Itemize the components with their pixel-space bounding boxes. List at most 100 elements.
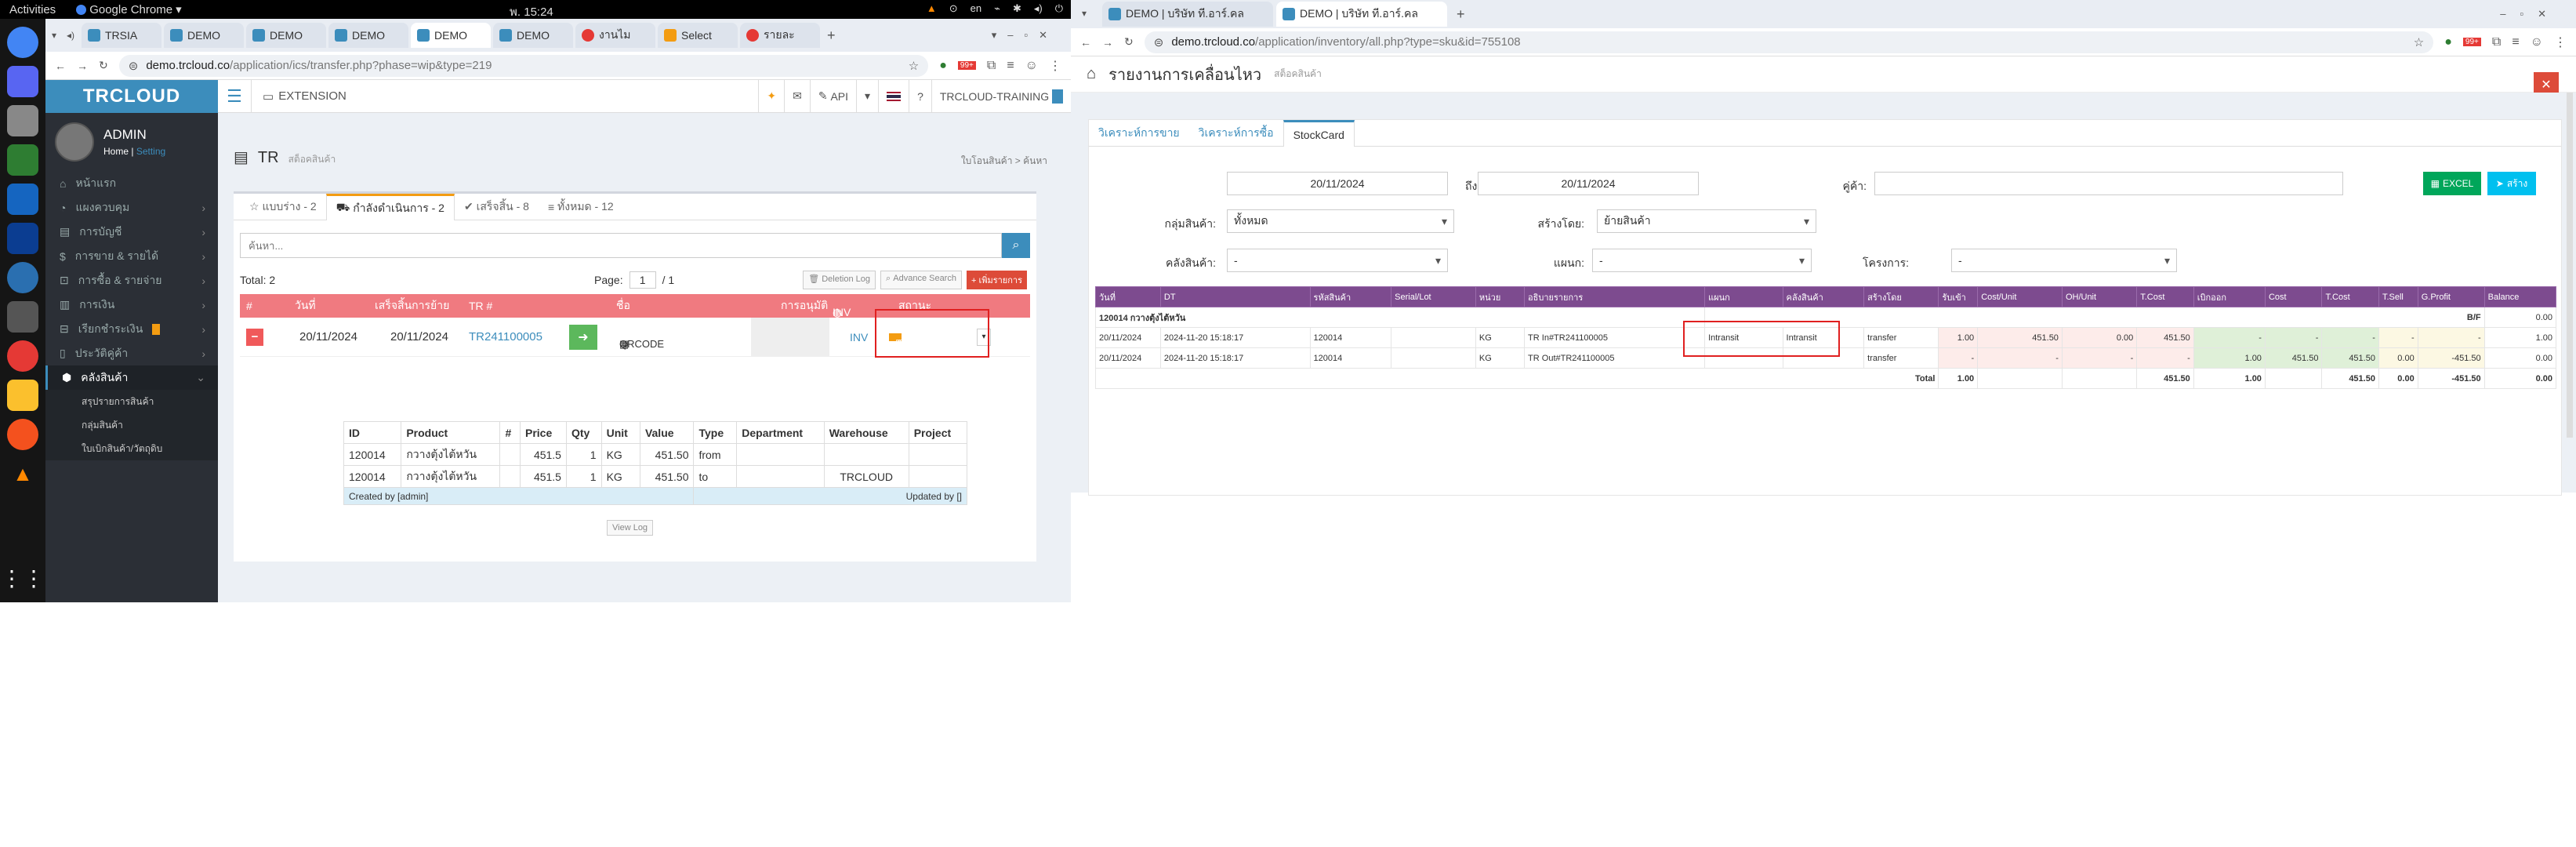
new-tab-button[interactable]: + — [1457, 6, 1465, 23]
vlc-dock-icon[interactable]: ▲ — [7, 458, 38, 489]
window-controls[interactable]: –▫✕ — [2500, 8, 2560, 20]
new-tab-button[interactable]: + — [827, 27, 836, 44]
search-input[interactable] — [240, 233, 1002, 258]
row-inv-link[interactable]: INV — [850, 331, 868, 344]
date-to-input[interactable]: 20/11/2024 — [1478, 172, 1699, 195]
tab-draft[interactable]: ☆ แบบร่าง - 2 — [240, 194, 326, 220]
tab-stockcard[interactable]: StockCard — [1283, 120, 1355, 147]
app-grid-icon[interactable]: ⋮⋮ — [1, 565, 45, 591]
lang-indicator[interactable]: en — [971, 2, 981, 15]
warehouse-select[interactable]: - — [1227, 249, 1448, 272]
api-button[interactable]: ✎ API — [809, 79, 856, 113]
home-link[interactable]: Home — [103, 146, 129, 157]
browser-tab[interactable]: DEMO — [246, 23, 326, 48]
globe-dock-icon[interactable] — [7, 262, 38, 293]
company-name[interactable]: TRCLOUD-TRAINING — [931, 79, 1071, 113]
bookmark-star-icon[interactable]: ☆ — [909, 59, 919, 73]
system-tray[interactable]: ▲ ⊙ en ⌁ ✱ ◂) ⏻ — [927, 2, 1063, 15]
page-input[interactable]: 1 — [629, 271, 656, 289]
tab-search-icon[interactable]: ≡ — [1007, 59, 1014, 73]
browser-tab[interactable]: Select — [658, 23, 738, 48]
app-orange-dock-icon[interactable] — [7, 419, 38, 450]
qrcode-link[interactable]: ▦ QRCODE ○ — [619, 338, 664, 350]
menu-item-warehouse[interactable]: ⬢ คลังสินค้า ⌄ — [45, 365, 218, 390]
menu-item-purchase[interactable]: ⊡ การซื้อ & รายจ่าย › — [45, 268, 218, 293]
activities-button[interactable]: Activities — [9, 3, 56, 16]
tab-list-icon[interactable]: ▾ — [52, 30, 64, 41]
calculator-dock-icon[interactable] — [7, 301, 38, 333]
browser-tab-active[interactable]: DEMO — [411, 23, 491, 48]
menu-item-accounting[interactable]: ▤ การบัญชี › — [45, 220, 218, 244]
thai-flag-icon[interactable] — [878, 79, 909, 113]
project-select[interactable]: - — [1951, 249, 2177, 272]
tab-done[interactable]: ✔ เสร็จสิ้น - 8 — [455, 194, 539, 220]
celebrate-icon[interactable]: ✦ — [758, 79, 784, 113]
mail-icon[interactable]: ✉ — [784, 79, 810, 113]
col-date[interactable]: วันที่ — [295, 297, 316, 314]
excel-button[interactable]: ▦ EXCEL — [2423, 172, 2481, 195]
site-info-icon[interactable]: ⊜ — [1154, 35, 1164, 49]
add-button[interactable]: + เพิ่มรายการ — [966, 271, 1027, 289]
extension-badge[interactable]: 99+ — [957, 61, 976, 70]
menu-kebab-icon[interactable]: ⋮ — [2554, 35, 2567, 50]
discord-dock-icon[interactable] — [7, 66, 38, 97]
brand-logo[interactable]: TRCLOUD — [45, 80, 218, 113]
forward-icon[interactable]: → — [77, 60, 88, 72]
partner-input[interactable] — [1874, 172, 2343, 195]
back-icon[interactable]: ← — [1080, 36, 1091, 49]
document-dock-icon[interactable] — [7, 184, 38, 215]
site-info-icon[interactable]: ⊜ — [129, 59, 139, 73]
row-tr-link[interactable]: TR241100005 — [469, 330, 542, 344]
app-red-dock-icon[interactable] — [7, 340, 38, 372]
tab-purchase-analysis[interactable]: วิเคราะห์การซื้อ — [1189, 120, 1283, 146]
browser-tab[interactable]: DEMO | บริษัท ที.อาร์.คล — [1102, 2, 1273, 27]
extensions-puzzle-icon[interactable]: ⧉ — [987, 59, 996, 73]
view-log-button[interactable]: View Log — [607, 520, 654, 536]
browser-tab[interactable]: งานไม — [575, 23, 655, 48]
profile-icon[interactable]: ☺ — [2531, 35, 2543, 49]
submenu-item[interactable]: สรุปรายการสินค้า — [45, 390, 218, 413]
menu-item-dashboard[interactable]: ◔ แผงควบคุม › — [45, 195, 218, 220]
advance-search-button[interactable]: ⌕ Advance Search — [880, 271, 962, 289]
url-field[interactable]: ⊜ demo.trcloud.co/application/inventory/a… — [1144, 31, 2434, 53]
editor-dock-icon[interactable] — [7, 380, 38, 411]
app-dock-icon[interactable] — [7, 223, 38, 254]
setting-link[interactable]: Setting — [136, 146, 165, 157]
collapse-button[interactable]: − — [246, 328, 263, 346]
hamburger-icon[interactable]: ☰ — [218, 86, 251, 107]
create-report-button[interactable]: ➤ สร้าง — [2487, 172, 2536, 195]
create-by-select[interactable]: ย้ายสินค้า — [1597, 209, 1816, 233]
deletion-log-button[interactable]: 🗑 Deletion Log — [803, 271, 876, 289]
comment-icon[interactable]: ○ — [622, 338, 629, 350]
date-from-input[interactable]: 20/11/2024 — [1227, 172, 1448, 195]
extension-button[interactable]: ▭ EXTENSION — [251, 79, 357, 113]
col-tr[interactable]: TR # — [469, 300, 492, 312]
bookmark-star-icon[interactable]: ☆ — [2414, 35, 2424, 49]
dropdown-caret-icon[interactable]: ▾ — [856, 79, 878, 113]
browser-tab[interactable]: DEMO — [493, 23, 573, 48]
scrollbar[interactable] — [2567, 93, 2573, 438]
extension-badge[interactable]: 99+ — [2462, 38, 2481, 46]
reload-icon[interactable]: ↻ — [99, 59, 108, 72]
tab-all[interactable]: ≡ ทั้งหมด - 12 — [539, 194, 623, 220]
browser-tab[interactable]: TRSIA — [82, 23, 161, 48]
browser-tab-active[interactable]: DEMO | บริษัท ที.อาร์.คล — [1276, 2, 1447, 27]
search-button[interactable]: ⌕ — [1002, 233, 1030, 258]
reload-icon[interactable]: ↻ — [1124, 35, 1134, 49]
help-icon[interactable]: ? — [909, 79, 931, 113]
tab-in-progress[interactable]: ⛟ กำลังดำเนินการ - 2 — [325, 194, 455, 220]
chrome-dock-icon[interactable] — [7, 27, 38, 58]
home-icon[interactable]: ⌂ — [1087, 65, 1096, 83]
breadcrumb[interactable]: ใบโอนสินค้า > ค้นหา — [961, 154, 1047, 169]
browser-tab[interactable]: DEMO — [328, 23, 408, 48]
menu-item-sales[interactable]: $ การขาย & รายได้ › — [45, 244, 218, 268]
col-done[interactable]: เสร็จสิ้นการย้าย — [375, 297, 449, 314]
profile-icon[interactable]: ☺ — [1025, 59, 1038, 73]
menu-item-home[interactable]: ⌂ หน้าแรก — [45, 171, 218, 195]
menu-item-partner-history[interactable]: ▯ ประวัติคู่ค้า › — [45, 341, 218, 365]
url-field[interactable]: ⊜ demo.trcloud.co/application/ics/transfe… — [118, 54, 929, 77]
spreadsheet-dock-icon[interactable] — [7, 144, 38, 176]
forward-icon[interactable]: → — [1102, 36, 1113, 49]
audio-icon[interactable]: ◂) — [67, 30, 79, 41]
menu-item-finance[interactable]: ▥ การเงิน › — [45, 293, 218, 317]
